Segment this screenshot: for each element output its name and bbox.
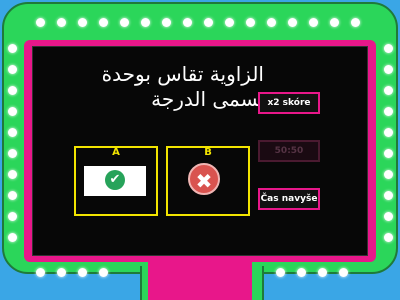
light-bulb [57, 18, 66, 27]
light-bulb [225, 18, 234, 27]
light-bulb [78, 18, 87, 27]
stage-center [148, 262, 252, 300]
light-bulb [99, 268, 108, 277]
light-bulb [384, 86, 393, 95]
light-bulb [288, 18, 297, 27]
light-bulb [99, 18, 108, 27]
light-bulb [8, 65, 17, 74]
light-bulb [78, 268, 87, 277]
light-bulb [318, 268, 327, 277]
light-bulb [267, 18, 276, 27]
light-bulb [309, 18, 318, 27]
light-bulb [330, 18, 339, 27]
light-bulb [384, 44, 393, 53]
light-bulb [36, 18, 45, 27]
light-bulb [8, 212, 17, 221]
light-bulb [384, 128, 393, 137]
light-bulb [297, 268, 306, 277]
light-bulb [384, 107, 393, 116]
light-bulb [384, 233, 393, 242]
light-bulb [384, 170, 393, 179]
answer-b-letter: B [204, 147, 212, 158]
light-bulb [246, 18, 255, 27]
light-bulb [351, 18, 360, 27]
answer-b[interactable]: B ✖ [166, 146, 250, 216]
light-bulb [384, 65, 393, 74]
light-bulb [8, 44, 17, 53]
light-bulb [8, 86, 17, 95]
light-bulb [8, 149, 17, 158]
light-bulb [120, 18, 129, 27]
check-icon: ✔ [105, 170, 125, 190]
more-time-button[interactable]: Čas navyše [258, 188, 320, 210]
light-bulb [204, 18, 213, 27]
light-bulb [276, 268, 285, 277]
light-bulb [141, 18, 150, 27]
light-bulb [8, 107, 17, 116]
light-bulb [8, 170, 17, 179]
light-bulb [384, 191, 393, 200]
light-bulb [162, 18, 171, 27]
light-bulb [384, 149, 393, 158]
answer-a[interactable]: A ✔ [74, 146, 158, 216]
light-bulb [57, 268, 66, 277]
light-bulb [183, 18, 192, 27]
light-bulb [339, 268, 348, 277]
double-score-button[interactable]: x2 skóre [258, 92, 320, 114]
light-bulb [8, 191, 17, 200]
answer-a-card: ✔ [84, 166, 146, 196]
x-icon: ✖ [188, 163, 220, 195]
light-bulb [384, 212, 393, 221]
answer-a-letter: A [112, 147, 120, 158]
question-text: الزاوية تقاس بوحدة تسمى الدرجة [101, 62, 264, 111]
light-bulb [8, 128, 17, 137]
fifty-fifty-button[interactable]: 50:50 [258, 140, 320, 162]
light-bulb [36, 268, 45, 277]
light-bulb [8, 233, 17, 242]
